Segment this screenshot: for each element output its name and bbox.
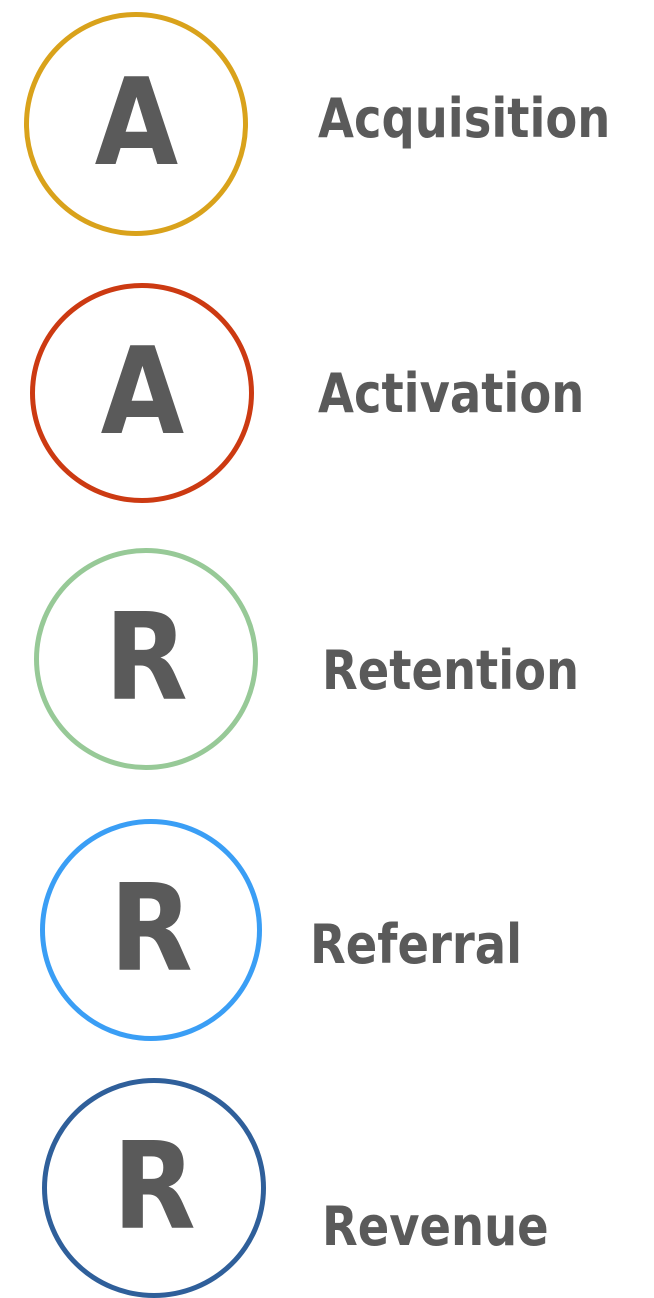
retention-circle: R — [34, 548, 258, 770]
revenue-label: Revenue — [322, 1195, 549, 1258]
revenue-circle: R — [42, 1078, 266, 1298]
revenue-letter: R — [112, 1118, 196, 1257]
retention-label: Retention — [322, 639, 580, 702]
acquisition-label: Acquisition — [318, 87, 611, 150]
aarrr-diagram: A Acquisition A Activation R Retention R… — [0, 0, 654, 1298]
referral-letter: R — [109, 860, 193, 999]
activation-circle: A — [30, 283, 254, 503]
activation-letter: A — [100, 323, 184, 462]
retention-letter: R — [104, 589, 188, 728]
referral-circle: R — [40, 819, 262, 1041]
acquisition-letter: A — [94, 54, 178, 193]
acquisition-circle: A — [24, 12, 248, 236]
referral-label: Referral — [310, 913, 523, 976]
activation-label: Activation — [318, 362, 585, 425]
